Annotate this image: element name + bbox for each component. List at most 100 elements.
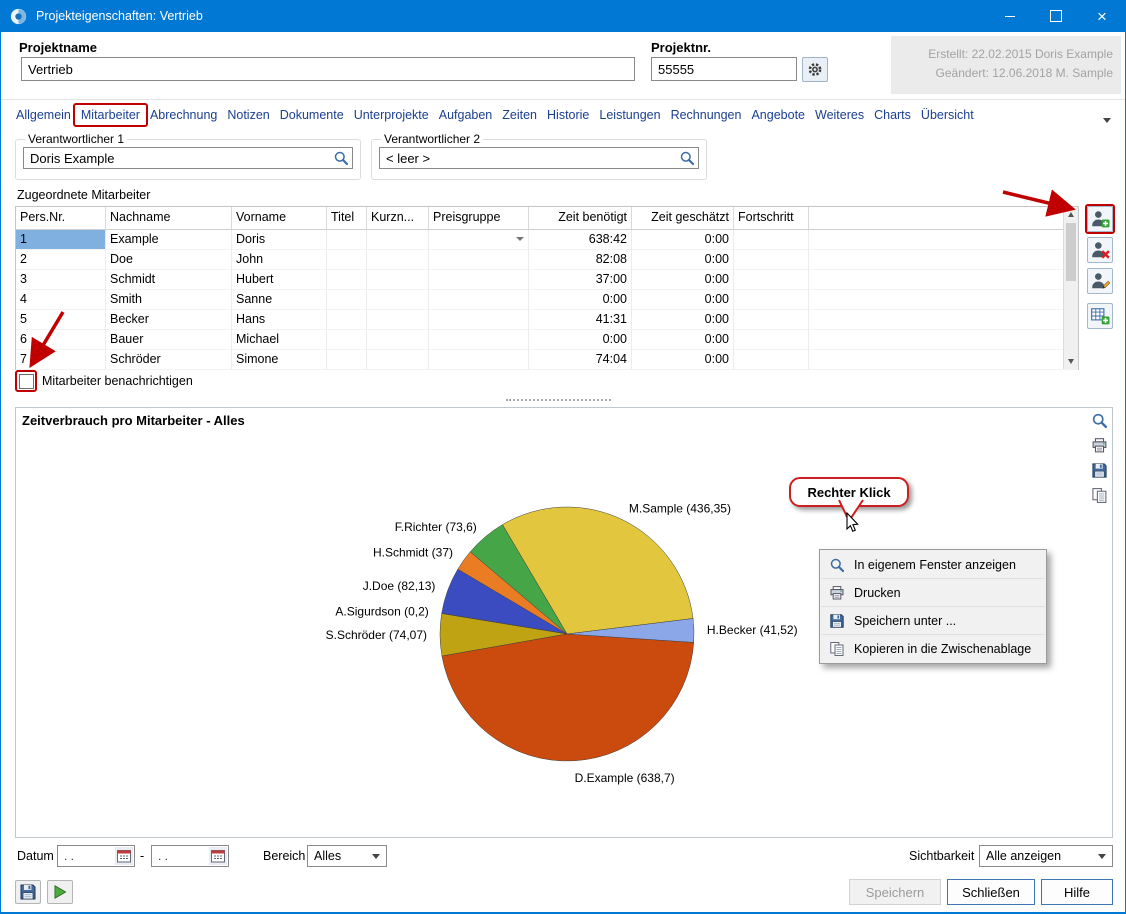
edit-employee-button[interactable] [1087, 268, 1113, 294]
scrollbar-thumb[interactable] [1066, 223, 1076, 281]
date-from-calendar-button[interactable] [115, 847, 133, 865]
project-settings-button[interactable] [802, 57, 828, 82]
remove-employee-button[interactable] [1087, 237, 1113, 263]
table-cell [429, 270, 529, 290]
speichern-button[interactable]: Speichern [849, 879, 941, 905]
context-menu: In eigenem Fenster anzeigen Drucken Speich… [819, 549, 1047, 664]
start-button[interactable] [47, 880, 73, 904]
tab-angebote[interactable]: Angebote [746, 104, 810, 126]
table-cell [809, 290, 1078, 310]
table-cell: 0:00 [529, 290, 632, 310]
employee-table[interactable]: Pers.Nr.NachnameVornameTitelKurzn...Prei… [15, 206, 1079, 370]
minimize-icon [1005, 16, 1015, 17]
table-row[interactable]: 2DoeJohn82:080:00 [16, 250, 1078, 270]
project-nr-input[interactable] [651, 57, 797, 81]
context-menu-item-label: Kopieren in die Zwischenablage [854, 642, 1031, 656]
table-header-cell[interactable]: Zeit geschätzt [632, 207, 734, 229]
tab-historie[interactable]: Historie [542, 104, 594, 126]
table-header: Pers.Nr.NachnameVornameTitelKurzn...Prei… [16, 207, 1078, 230]
table-cell: 0:00 [632, 350, 734, 370]
responsible1-input[interactable] [23, 147, 353, 169]
tab-weiteres[interactable]: Weiteres [810, 104, 869, 126]
project-name-input[interactable] [21, 57, 635, 81]
context-menu-item[interactable]: In eigenem Fenster anzeigen [821, 551, 1045, 579]
tab-übersicht[interactable]: Übersicht [916, 104, 979, 126]
table-header-cell[interactable]: Vorname [232, 207, 327, 229]
chevron-down-icon [516, 237, 524, 245]
table-row[interactable]: 7SchröderSimone74:040:00 [16, 350, 1078, 370]
table-row[interactable]: 5BeckerHans41:310:00 [16, 310, 1078, 330]
employee-toolbar [1087, 206, 1113, 329]
table-row[interactable]: 4SmithSanne0:000:00 [16, 290, 1078, 310]
context-menu-item-label: In eigenem Fenster anzeigen [854, 558, 1016, 572]
context-menu-item[interactable]: Drucken [821, 579, 1045, 607]
add-employee-button[interactable] [1087, 206, 1113, 232]
close-button[interactable]: × [1079, 0, 1125, 32]
tab-leistungen[interactable]: Leistungen [594, 104, 665, 126]
table-header-cell[interactable]: Zeit benötigt [529, 207, 632, 229]
context-menu-item[interactable]: Kopieren in die Zwischenablage [821, 635, 1045, 662]
scroll-up-button[interactable] [1064, 207, 1078, 222]
table-scrollbar[interactable] [1063, 207, 1078, 369]
context-menu-item-label: Speichern unter ... [854, 614, 956, 628]
date-from-field[interactable]: . . [57, 845, 135, 867]
tab-notizen[interactable]: Notizen [222, 104, 274, 126]
search-icon[interactable] [679, 150, 695, 166]
chart-zoom-button[interactable] [1090, 411, 1109, 430]
tab-zeiten[interactable]: Zeiten [497, 104, 542, 126]
table-body: 1ExampleDoris638:420:002DoeJohn82:080:00… [16, 230, 1078, 370]
tab-allgemein[interactable]: Allgemein [11, 104, 76, 126]
triangle-down-icon [1068, 359, 1074, 364]
table-header-cell[interactable]: Titel [327, 207, 367, 229]
pie-slice-label: H.Schmidt (37) [373, 546, 453, 560]
hilfe-button[interactable]: Hilfe [1041, 879, 1113, 905]
tab-unterprojekte[interactable]: Unterprojekte [349, 104, 434, 126]
date-to-field[interactable]: . . [151, 845, 229, 867]
context-menu-item-label: Drucken [854, 586, 901, 600]
sichtbarkeit-select[interactable]: Alle anzeigen [979, 845, 1113, 867]
search-icon[interactable] [333, 150, 349, 166]
table-cell: 4 [16, 290, 106, 310]
table-header-cell[interactable]: Kurzn... [367, 207, 429, 229]
date-to-calendar-button[interactable] [209, 847, 227, 865]
context-menu-item[interactable]: Speichern unter ... [821, 607, 1045, 635]
table-cell [809, 310, 1078, 330]
schliessen-button[interactable]: Schließen [947, 879, 1035, 905]
tab-dokumente[interactable]: Dokumente [275, 104, 349, 126]
table-cell: Becker [106, 310, 232, 330]
tab-abrechnung[interactable]: Abrechnung [145, 104, 222, 126]
table-cell: 0:00 [632, 270, 734, 290]
pie-slice-D.Example[interactable] [442, 634, 694, 761]
table-row[interactable]: 1ExampleDoris638:420:00 [16, 230, 1078, 250]
responsible2-input[interactable] [379, 147, 699, 169]
table-cell [327, 350, 367, 370]
scroll-down-button[interactable] [1064, 354, 1078, 369]
chart-print-button[interactable] [1090, 436, 1109, 455]
copy-icon [1091, 492, 1108, 507]
chart-copy-button[interactable] [1090, 486, 1109, 505]
tab-mitarbeiter[interactable]: Mitarbeiter [76, 104, 145, 126]
table-header-cell[interactable]: Preisgruppe [429, 207, 529, 229]
save-button[interactable] [15, 880, 41, 904]
magnifier-icon [829, 557, 845, 573]
table-cell: 0:00 [632, 290, 734, 310]
created-text: Erstellt: 22.02.2015 Doris Example [891, 45, 1113, 64]
table-header-cell[interactable]: Nachname [106, 207, 232, 229]
tab-charts[interactable]: Charts [869, 104, 916, 126]
table-row[interactable]: 6BauerMichael0:000:00 [16, 330, 1078, 350]
chart-save-button[interactable] [1090, 461, 1109, 480]
calendar-icon [210, 852, 226, 867]
add-schedule-button[interactable] [1087, 303, 1113, 329]
bereich-select[interactable]: Alles [307, 845, 387, 867]
maximize-button[interactable] [1033, 0, 1079, 32]
notify-checkbox[interactable] [19, 374, 33, 388]
splitter-handle[interactable] [506, 399, 611, 401]
tab-aufgaben[interactable]: Aufgaben [434, 104, 498, 126]
table-header-cell[interactable]: Fortschritt [734, 207, 809, 229]
tab-rechnungen[interactable]: Rechnungen [666, 104, 747, 126]
table-row[interactable]: 3SchmidtHubert37:000:00 [16, 270, 1078, 290]
table-cell [367, 270, 429, 290]
table-header-cell[interactable]: Pers.Nr. [16, 207, 106, 229]
minimize-button[interactable] [987, 0, 1033, 32]
tab-overflow-button[interactable] [1103, 110, 1111, 128]
